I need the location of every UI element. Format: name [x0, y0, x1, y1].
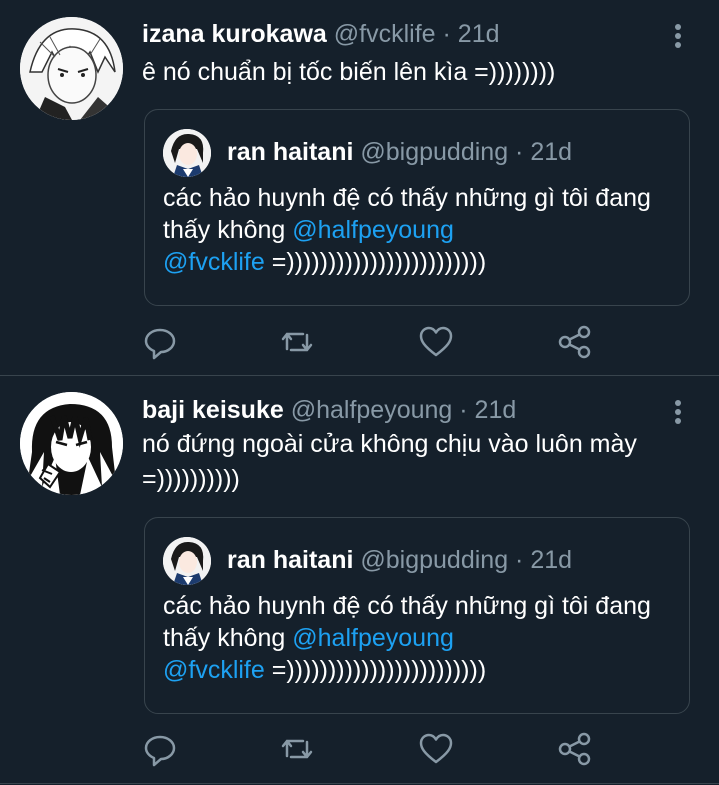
- tweet-actions: [0, 322, 719, 362]
- timestamp[interactable]: · 21d: [443, 20, 500, 48]
- username[interactable]: @halfpeyoung: [291, 396, 453, 424]
- heart-icon[interactable]: [416, 322, 456, 362]
- display-name[interactable]: baji keisuke: [142, 396, 284, 424]
- mention-halfpeyoung[interactable]: @halfpeyoung: [292, 624, 454, 652]
- retweet-icon[interactable]: [277, 322, 317, 362]
- tweet-1[interactable]: izana kurokawa @fvcklife · 21d ê nó chuẩ…: [0, 0, 719, 375]
- heart-icon[interactable]: [416, 729, 456, 769]
- retweet-icon[interactable]: [277, 729, 317, 769]
- quoted-text: các hảo huynh đệ có thấy những gì tôi đa…: [163, 590, 663, 686]
- tweet-text: ê nó chuẩn bị tốc biến lên kìa =)))))))): [142, 58, 556, 86]
- more-vertical-icon[interactable]: [670, 22, 686, 52]
- more-vertical-icon[interactable]: [670, 398, 686, 428]
- quoted-text-tail: =)))))))))))))))))))))))): [264, 248, 487, 276]
- tweet-2[interactable]: baji keisuke @halfpeyoung · 21d nó đứng …: [0, 376, 719, 785]
- username[interactable]: @fvcklife: [334, 20, 436, 48]
- tweet-header: baji keisuke @halfpeyoung · 21d: [142, 396, 516, 425]
- quoted-timestamp: · 21d: [515, 138, 573, 166]
- avatar-izana[interactable]: [20, 17, 123, 120]
- avatar-ran[interactable]: [163, 129, 211, 177]
- quoted-username: @bigpudding: [360, 546, 509, 574]
- share-icon[interactable]: [555, 729, 595, 769]
- quoted-tweet[interactable]: ran haitani @bigpudding · 21d các hảo hu…: [144, 109, 690, 306]
- quoted-timestamp: · 21d: [515, 546, 573, 574]
- share-icon[interactable]: [555, 322, 595, 362]
- quoted-display-name: ran haitani: [227, 546, 354, 574]
- quoted-text-tail: =)))))))))))))))))))))))): [264, 656, 487, 684]
- quoted-text: các hảo huynh đệ có thấy những gì tôi đa…: [163, 182, 663, 278]
- quoted-tweet[interactable]: ran haitani @bigpudding · 21d các hảo hu…: [144, 517, 690, 714]
- mention-halfpeyoung[interactable]: @halfpeyoung: [292, 216, 454, 244]
- tweet-actions: [0, 729, 719, 769]
- avatar-baji[interactable]: [20, 392, 123, 495]
- timestamp[interactable]: · 21d: [459, 396, 516, 424]
- display-name[interactable]: izana kurokawa: [142, 20, 327, 48]
- tweet-divider: [0, 783, 719, 784]
- tweet-text: nó đứng ngoài cửa không chịu vào luôn mà…: [142, 430, 637, 493]
- reply-icon[interactable]: [140, 322, 180, 362]
- quoted-header: ran haitani @bigpudding · 21d: [227, 138, 572, 167]
- reply-icon[interactable]: [140, 729, 180, 769]
- quoted-display-name: ran haitani: [227, 138, 354, 166]
- avatar-ran[interactable]: [163, 537, 211, 585]
- quoted-username: @bigpudding: [360, 138, 509, 166]
- mention-fvcklife[interactable]: @fvcklife: [163, 248, 265, 276]
- mention-fvcklife[interactable]: @fvcklife: [163, 656, 265, 684]
- quoted-header: ran haitani @bigpudding · 21d: [227, 546, 572, 575]
- tweet-header: izana kurokawa @fvcklife · 21d: [142, 20, 500, 49]
